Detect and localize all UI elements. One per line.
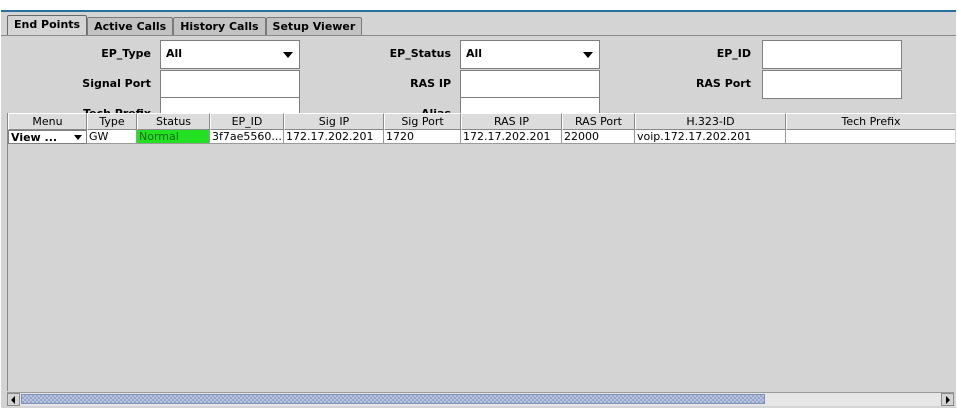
column-header-menu[interactable]: Menu — [8, 113, 87, 130]
chevron-down-icon — [283, 52, 293, 58]
chevron-down-icon — [74, 135, 82, 140]
arrow-left-icon — [11, 396, 15, 404]
ep-status-dropdown[interactable]: All — [460, 40, 600, 69]
ras-ip-input[interactable] — [460, 70, 600, 99]
column-header-ras-port[interactable]: RAS Port — [562, 113, 635, 130]
signal-port-label: Signal Port — [82, 77, 151, 90]
row-menu-value: View ... — [11, 131, 58, 144]
row-menu-dropdown[interactable]: View ... — [8, 130, 87, 144]
endpoints-table: Menu Type Status EP_ID Sig IP Sig Port R… — [7, 113, 955, 391]
column-header-tech-prefix[interactable]: Tech Prefix — [786, 113, 955, 130]
cell-sig-port: 1720 — [384, 130, 461, 144]
ep-type-label: EP_Type — [101, 47, 151, 60]
ras-port-input[interactable] — [762, 70, 902, 99]
cell-h323-id: voip.172.17.202.201 — [635, 130, 786, 144]
ep-type-dropdown[interactable]: All — [160, 40, 300, 69]
column-header-sig-ip[interactable]: Sig IP — [284, 113, 384, 130]
cell-type: GW — [87, 130, 137, 144]
tab-active-calls[interactable]: Active Calls — [87, 17, 174, 36]
ras-ip-label: RAS IP — [410, 77, 451, 90]
chevron-down-icon — [583, 52, 593, 58]
cell-ras-ip: 172.17.202.201 — [461, 130, 562, 144]
tab-divider — [1, 35, 956, 36]
arrow-right-icon — [946, 396, 950, 404]
signal-port-input[interactable] — [160, 70, 300, 99]
tab-bar: End Points Active Calls History Calls Se… — [7, 15, 363, 36]
table-row[interactable]: View ... GW Normal 3f7ae5560... 172.17.2… — [8, 130, 955, 144]
column-header-sig-port[interactable]: Sig Port — [384, 113, 461, 130]
column-header-type[interactable]: Type — [87, 113, 137, 130]
ep-status-selected: All — [466, 47, 483, 60]
cell-ras-port: 22000 — [562, 130, 635, 144]
status-badge: Normal — [137, 130, 210, 144]
scroll-left-button[interactable] — [7, 393, 20, 406]
ras-port-label: RAS Port — [695, 77, 751, 90]
ep-id-input[interactable] — [762, 40, 902, 69]
horizontal-scrollbar[interactable] — [7, 392, 954, 406]
tab-setup-viewer[interactable]: Setup Viewer — [265, 17, 363, 36]
ep-status-label: EP_Status — [389, 47, 451, 60]
column-header-status[interactable]: Status — [137, 113, 210, 130]
tab-end-points[interactable]: End Points — [7, 15, 88, 36]
column-header-h323-id[interactable]: H.323-ID — [635, 113, 786, 130]
cell-tech-prefix — [786, 130, 955, 144]
cell-sig-ip: 172.17.202.201 — [284, 130, 384, 144]
ep-id-label: EP_ID — [716, 47, 751, 60]
tab-history-calls[interactable]: History Calls — [173, 17, 266, 36]
ep-type-selected: All — [166, 47, 183, 60]
scroll-right-button[interactable] — [941, 393, 954, 406]
column-header-ras-ip[interactable]: RAS IP — [461, 113, 562, 130]
cell-ep-id: 3f7ae5560... — [210, 130, 284, 144]
column-header-ep-id[interactable]: EP_ID — [210, 113, 284, 130]
scrollbar-thumb[interactable] — [21, 394, 765, 404]
table-header: Menu Type Status EP_ID Sig IP Sig Port R… — [8, 113, 955, 130]
